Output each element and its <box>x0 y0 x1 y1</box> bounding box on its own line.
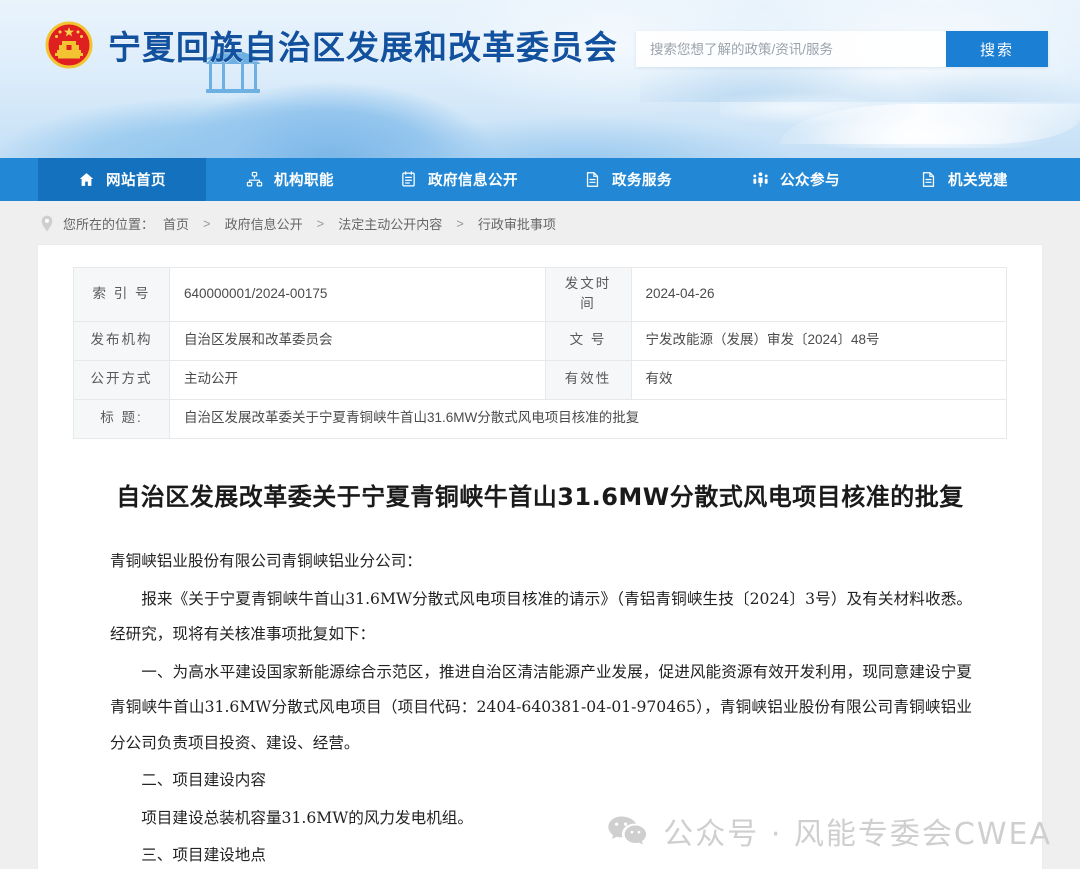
people-icon <box>752 171 769 188</box>
notebook-icon <box>400 171 417 188</box>
meta-value-index-no: 640000001/2024-00175 <box>170 268 546 322</box>
home-icon <box>78 171 95 188</box>
nav-item-org-functions[interactable]: 机构职能 <box>206 158 374 201</box>
document-paragraph-item-3-heading: 三、项目建设地点 <box>110 838 972 869</box>
nav-item-gov-info-disclosure[interactable]: 政府信息公开 <box>374 158 544 201</box>
nav-item-home[interactable]: 网站首页 <box>38 158 206 201</box>
content-card: 索 引 号 640000001/2024-00175 发文时间 2024-04-… <box>38 245 1042 869</box>
nav-item-label: 机构职能 <box>274 169 334 190</box>
meta-label-disclosure-type: 公开方式 <box>74 360 170 399</box>
document-paragraph-item-2-heading: 二、项目建设内容 <box>110 763 972 799</box>
breadcrumb-separator: > <box>203 216 211 231</box>
breadcrumb-separator: > <box>456 216 464 231</box>
nav-item-gov-services[interactable]: 政务服务 <box>544 158 712 201</box>
site-brand[interactable]: 宁夏回族自治区发展和改革委员会 <box>44 20 618 70</box>
document-paragraph-item-2-body: 项目建设总装机容量31.6MW的风力发电机组。 <box>110 801 972 837</box>
meta-label-validity: 有效性 <box>545 360 631 399</box>
meta-label-index-no: 索 引 号 <box>74 268 170 322</box>
nav-item-label: 政务服务 <box>612 169 672 190</box>
table-row: 发布机构 自治区发展和改革委员会 文 号 宁发改能源（发展）审发〔2024〕48… <box>74 321 1007 360</box>
document-body: 青铜峡铝业股份有限公司青铜峡铝业分公司： 报来《关于宁夏青铜峡牛首山31.6MW… <box>110 544 972 869</box>
site-search[interactable]: 搜索 <box>636 31 1048 67</box>
document-icon <box>920 171 937 188</box>
breadcrumb-item-statutory-disclosure[interactable]: 法定主动公开内容 <box>338 214 442 233</box>
site-title: 宁夏回族自治区发展和改革委员会 <box>108 21 618 69</box>
breadcrumb-item-gov-info[interactable]: 政府信息公开 <box>225 214 303 233</box>
breadcrumb-item-home[interactable]: 首页 <box>163 214 189 233</box>
meta-value-title: 自治区发展改革委关于宁夏青铜峡牛首山31.6MW分散式风电项目核准的批复 <box>170 399 1007 438</box>
meta-label-doc-number: 文 号 <box>545 321 631 360</box>
breadcrumb-item-admin-approval[interactable]: 行政审批事项 <box>478 214 556 233</box>
breadcrumb-prefix: 您所在的位置： <box>63 214 154 233</box>
nav-item-label: 机关党建 <box>948 169 1008 190</box>
document-icon <box>584 171 601 188</box>
meta-value-disclosure-type: 主动公开 <box>170 360 546 399</box>
nav-item-label: 网站首页 <box>106 169 166 190</box>
meta-value-doc-number: 宁发改能源（发展）审发〔2024〕48号 <box>631 321 1007 360</box>
document-paragraph-addressee: 青铜峡铝业股份有限公司青铜峡铝业分公司： <box>110 544 972 580</box>
document-paragraph-preamble: 报来《关于宁夏青铜峡牛首山31.6MW分散式风电项目核准的请示》（青铝青铜峡生技… <box>110 582 972 653</box>
nav-item-label: 政府信息公开 <box>428 169 518 190</box>
page-root: 宁夏回族自治区发展和改革委员会 搜索 网站首页 机构职能 <box>0 0 1080 869</box>
meta-label-title: 标 题: <box>74 399 170 438</box>
breadcrumb: 您所在的位置： 首页 > 政府信息公开 > 法定主动公开内容 > 行政审批事项 <box>0 201 1080 245</box>
national-emblem-icon <box>44 20 94 70</box>
search-input[interactable] <box>636 31 946 67</box>
table-row: 索 引 号 640000001/2024-00175 发文时间 2024-04-… <box>74 268 1007 322</box>
meta-value-issuing-org: 自治区发展和改革委员会 <box>170 321 546 360</box>
nav-item-public-participation[interactable]: 公众参与 <box>712 158 880 201</box>
meta-label-issuing-org: 发布机构 <box>74 321 170 360</box>
search-button[interactable]: 搜索 <box>946 31 1048 67</box>
site-header-banner: 宁夏回族自治区发展和改革委员会 搜索 <box>0 0 1080 158</box>
breadcrumb-separator: > <box>317 216 325 231</box>
table-row: 公开方式 主动公开 有效性 有效 <box>74 360 1007 399</box>
org-chart-icon <box>246 171 263 188</box>
page-title: 自治区发展改革委关于宁夏青铜峡牛首山31.6MW分散式风电项目核准的批复 <box>98 481 982 515</box>
table-row: 标 题: 自治区发展改革委关于宁夏青铜峡牛首山31.6MW分散式风电项目核准的批… <box>74 399 1007 438</box>
meta-label-publish-date: 发文时间 <box>545 268 631 322</box>
nav-item-party-building[interactable]: 机关党建 <box>880 158 1048 201</box>
nav-item-label: 公众参与 <box>780 169 840 190</box>
main-navigation: 网站首页 机构职能 政府信息公开 政务服务 <box>0 158 1080 201</box>
meta-value-publish-date: 2024-04-26 <box>631 268 1007 322</box>
location-pin-icon <box>40 215 54 232</box>
meta-value-validity: 有效 <box>631 360 1007 399</box>
document-paragraph-item-1: 一、为高水平建设国家新能源综合示范区，推进自治区清洁能源产业发展，促进风能资源有… <box>110 655 972 762</box>
document-meta-table: 索 引 号 640000001/2024-00175 发文时间 2024-04-… <box>73 267 1007 439</box>
